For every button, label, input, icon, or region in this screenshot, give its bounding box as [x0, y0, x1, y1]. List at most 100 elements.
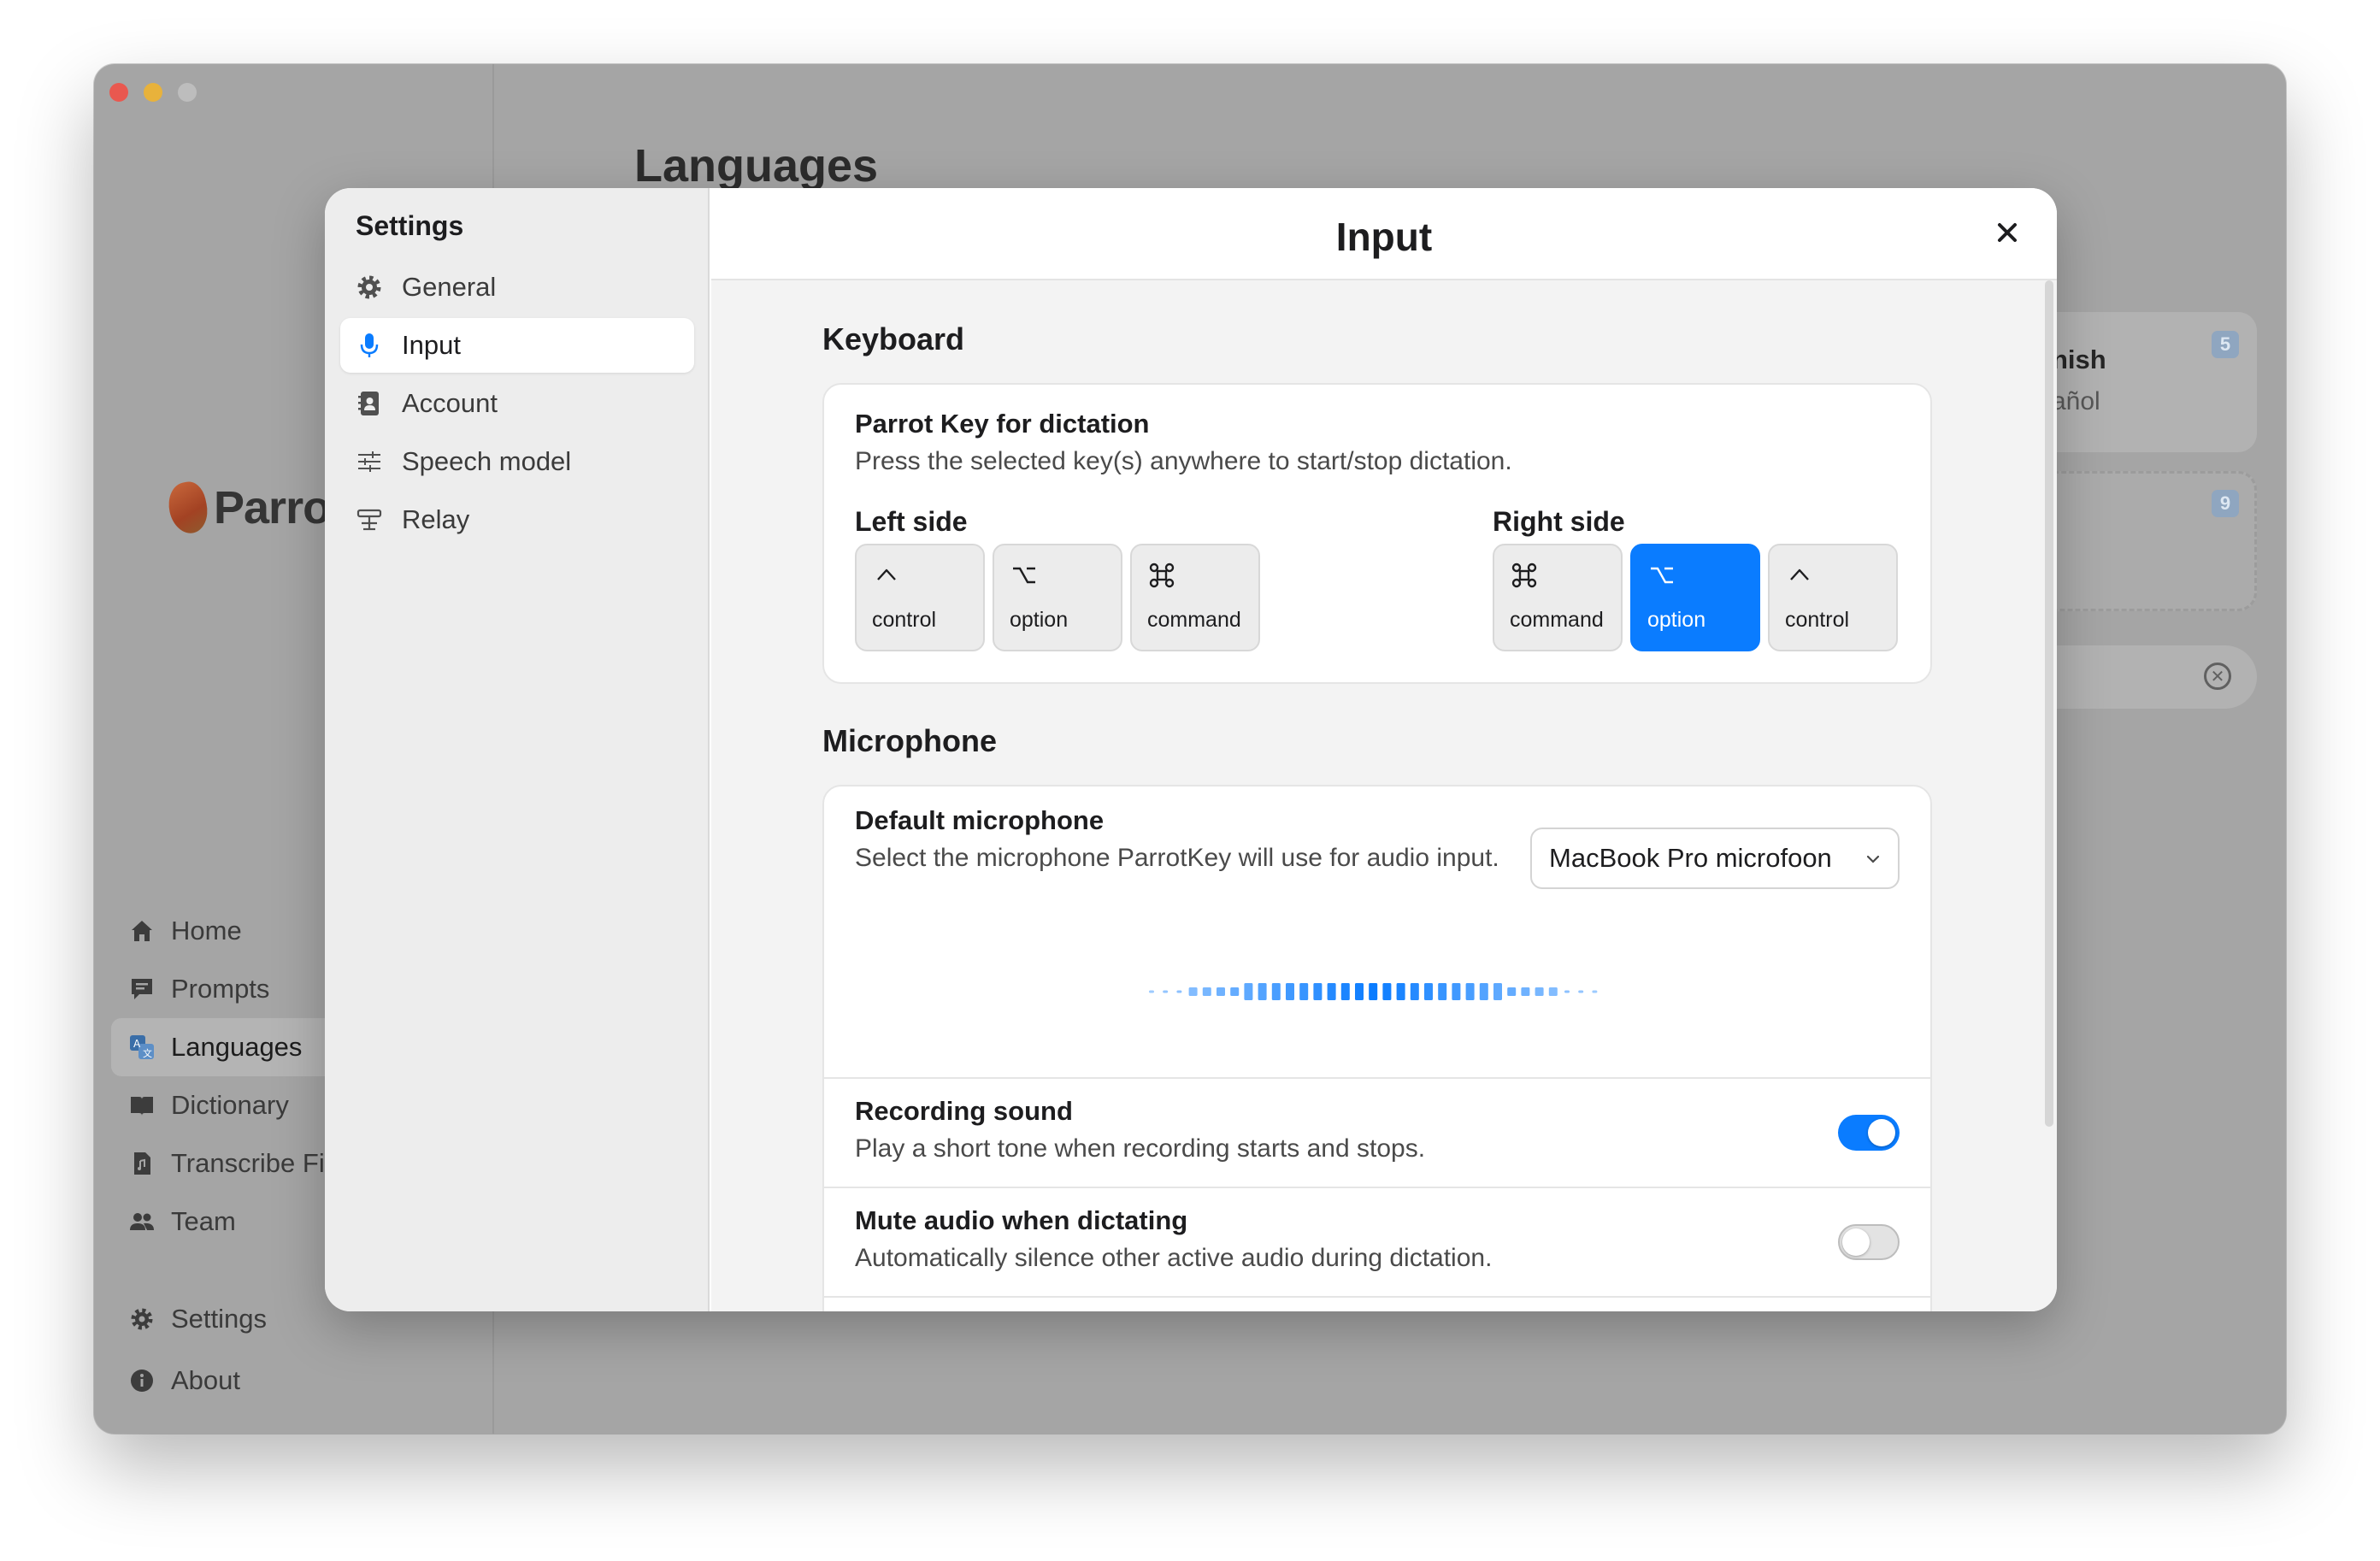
level-meter-bar: [1521, 987, 1530, 996]
level-meter-bar: [1217, 987, 1225, 996]
level-meter-bar: [1479, 983, 1488, 1000]
level-meter-bar: [1244, 983, 1253, 1000]
toggle-knob: [1842, 1228, 1870, 1256]
sliders-icon: [356, 448, 383, 475]
right-control-key[interactable]: control: [1768, 544, 1898, 651]
level-meter-bar: [1286, 983, 1294, 1000]
recording-sound-title: Recording sound: [855, 1096, 1073, 1126]
control-symbol-icon: [877, 568, 896, 580]
gear-icon: [128, 1305, 156, 1333]
microphone-heading: Microphone: [822, 723, 997, 758]
settings-item-relay[interactable]: Relay: [340, 492, 694, 547]
settings-item-label: Relay: [402, 504, 470, 534]
settings-modal: Settings General Input Account Speech mo…: [325, 188, 2057, 1311]
control-symbol-icon: [1790, 568, 1809, 580]
level-meter-bar: [1149, 990, 1154, 993]
command-symbol-icon: [1149, 563, 1175, 588]
left-command-key[interactable]: command: [1130, 544, 1260, 651]
settings-nav: General Input Account Speech model Relay: [340, 260, 694, 551]
level-meter-bar: [1369, 983, 1378, 1000]
level-meter-bar: [1465, 983, 1475, 1000]
level-meter-bar: [1438, 983, 1447, 1000]
key-label: option: [1647, 608, 1706, 632]
level-meter-bar: [1452, 983, 1461, 1000]
keyboard-card: Parrot Key for dictation Press the selec…: [822, 383, 1932, 684]
default-microphone-title: Default microphone: [855, 805, 1105, 835]
level-meter-bar: [1327, 983, 1336, 1000]
people-icon: [128, 1208, 156, 1235]
recording-sound-description: Play a short tone when recording starts …: [855, 1134, 1426, 1163]
settings-sidebar: Settings General Input Account Speech mo…: [325, 188, 710, 1311]
parrot-logo-icon: [164, 479, 212, 537]
close-button[interactable]: [1990, 217, 2024, 251]
chat-bubble-icon: [128, 975, 156, 1003]
level-meter-bar: [1313, 983, 1323, 1000]
recording-sound-toggle[interactable]: [1838, 1115, 1900, 1151]
page-title: Languages: [634, 140, 879, 191]
language-card-title: nish: [2052, 345, 2106, 374]
settings-item-speech-model[interactable]: Speech model: [340, 434, 694, 489]
audio-file-icon: [128, 1150, 156, 1177]
parrot-key-title: Parrot Key for dictation: [855, 409, 1150, 439]
relay-icon: [356, 506, 383, 533]
keyboard-heading: Keyboard: [822, 321, 965, 356]
toggle-knob: [1868, 1119, 1895, 1146]
scrollbar[interactable]: [2045, 280, 2053, 1127]
settings-item-label: Speech model: [402, 446, 572, 476]
clear-search-icon[interactable]: ✕: [2204, 663, 2231, 690]
language-card-badge: 9: [2212, 490, 2239, 517]
info-icon: [128, 1367, 156, 1394]
app-nav-label: Home: [171, 916, 242, 945]
app-nav-label: Languages: [171, 1032, 303, 1062]
left-control-key[interactable]: control: [855, 544, 985, 651]
settings-item-label: Account: [402, 388, 498, 418]
svg-text:文: 文: [143, 1047, 152, 1059]
mute-audio-description: Automatically silence other active audio…: [855, 1244, 1493, 1272]
translate-icon: A文: [128, 1034, 156, 1061]
level-meter-bar: [1340, 983, 1350, 1000]
level-meter-bar: [1410, 983, 1419, 1000]
recording-sound-row: Recording sound Play a short tone when r…: [824, 1077, 1930, 1187]
level-meter-bar: [1258, 983, 1267, 1000]
mute-audio-toggle[interactable]: [1838, 1224, 1900, 1260]
settings-item-input[interactable]: Input: [340, 318, 694, 373]
app-nav-about[interactable]: About: [111, 1350, 494, 1411]
mute-audio-title: Mute audio when dictating: [855, 1205, 1188, 1235]
level-meter-bar: [1163, 990, 1169, 993]
close-icon: [1995, 221, 2019, 249]
settings-item-label: General: [402, 272, 497, 302]
app-nav-label: Settings: [171, 1304, 268, 1334]
right-command-key[interactable]: command: [1493, 544, 1623, 651]
chevron-down-icon: [1866, 855, 1880, 863]
home-icon: [128, 917, 156, 945]
key-label: control: [872, 608, 937, 632]
level-meter-bar: [1355, 983, 1364, 1000]
panel-content: Keyboard Parrot Key for dictation Press …: [711, 280, 2057, 1311]
level-meter-bar: [1578, 990, 1584, 993]
language-card-badge: 5: [2212, 331, 2239, 358]
book-icon: [128, 1092, 156, 1119]
settings-title: Settings: [356, 210, 464, 241]
settings-item-label: Input: [402, 330, 461, 360]
level-meter-bar: [1188, 987, 1198, 996]
level-meter-bar: [1548, 987, 1558, 996]
settings-item-account[interactable]: Account: [340, 376, 694, 431]
level-meter-bar: [1299, 983, 1309, 1000]
next-setting-row: [824, 1296, 1930, 1311]
level-meter-bar: [1230, 987, 1240, 996]
app-logo-text: Parro: [214, 482, 331, 533]
app-nav-label: Transcribe Fi: [171, 1148, 325, 1178]
default-microphone-description: Select the microphone ParrotKey will use…: [855, 844, 1499, 872]
level-meter-bar: [1396, 983, 1405, 1000]
app-logo: Parro: [164, 479, 331, 537]
key-label: command: [1147, 608, 1241, 632]
left-option-key[interactable]: option: [993, 544, 1122, 651]
app-nav-label: Dictionary: [171, 1090, 289, 1120]
level-meter-bar: [1493, 983, 1502, 1000]
app-nav-label: Team: [171, 1206, 236, 1236]
svg-text:A: A: [133, 1038, 141, 1050]
settings-item-general[interactable]: General: [340, 260, 694, 315]
left-side-label: Left side: [855, 506, 968, 537]
microphone-select[interactable]: MacBook Pro microfoon: [1530, 828, 1900, 889]
right-option-key[interactable]: option: [1630, 544, 1760, 651]
